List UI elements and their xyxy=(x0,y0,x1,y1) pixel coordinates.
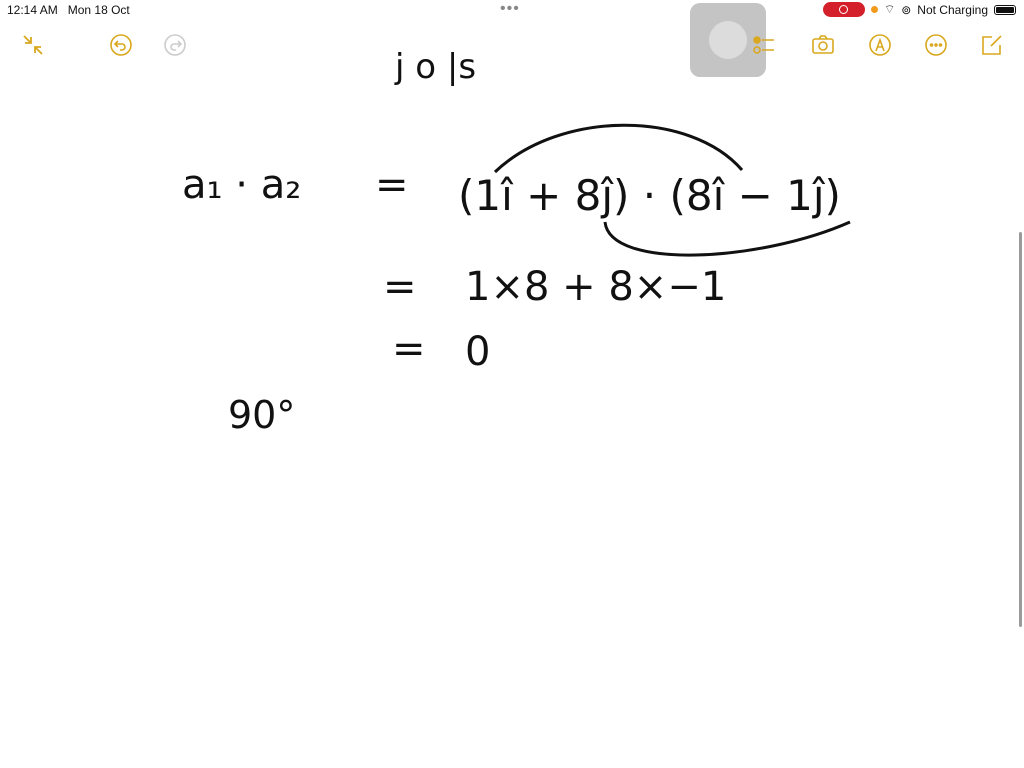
ink-rhs-2: 1×8 + 8×−1 xyxy=(465,264,726,310)
ink-equals-2: = xyxy=(383,264,417,310)
ink-top-partial: j o |s xyxy=(394,47,476,87)
handwriting-canvas[interactable]: j o |s a₁ · a₂ = (1î + 8ĵ) · (8î − 1ĵ) =… xyxy=(0,0,1024,768)
ink-equals-3: = xyxy=(392,326,426,372)
ink-rhs-1: (1î + 8ĵ) · (8î − 1ĵ) xyxy=(458,171,841,220)
ink-arc-bottom xyxy=(603,220,851,257)
ink-equals-1: = xyxy=(375,162,409,208)
ink-rhs-3: 0 xyxy=(465,329,490,375)
scrollbar[interactable] xyxy=(1019,232,1022,627)
ink-lhs: a₁ · a₂ xyxy=(182,162,301,208)
ink-arc-top xyxy=(493,123,744,174)
ink-angle: 90° xyxy=(228,393,295,437)
